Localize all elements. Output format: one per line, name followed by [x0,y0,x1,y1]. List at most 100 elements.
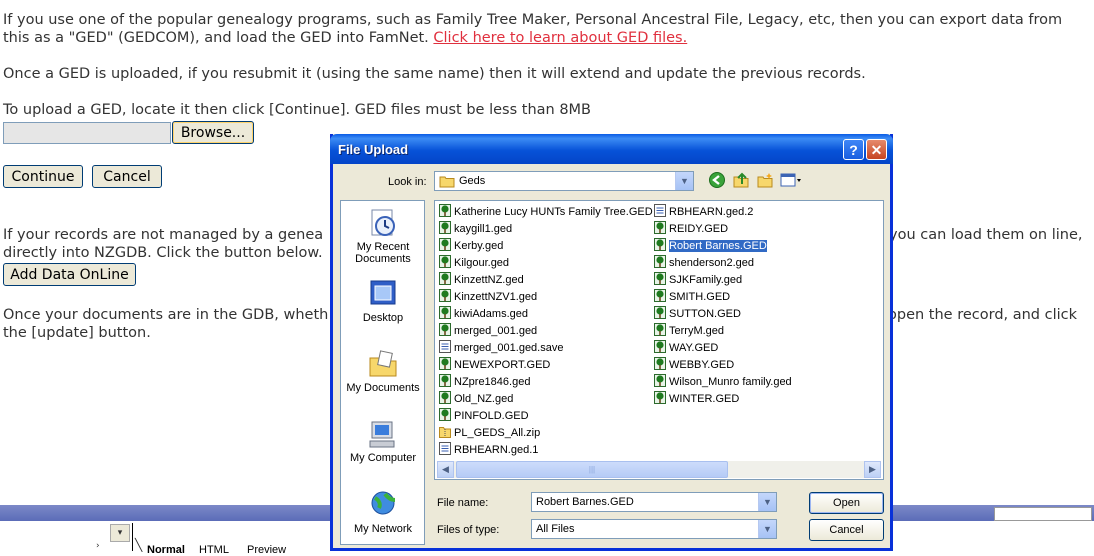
file-name-input[interactable]: Robert Barnes.GED ▼ [531,492,777,512]
file-list-item[interactable]: SJKFamily.ged [654,272,744,288]
scroll-left-icon[interactable]: ◀ [437,461,454,478]
scroll-down-arrow-icon[interactable]: ▾ [110,524,130,542]
files-of-type-label: Files of type: [437,524,500,536]
file-list-item[interactable]: WINTER.GED [654,391,741,407]
place-recent-documents[interactable]: My Recent Documents [341,207,424,265]
file-name: KinzettNZV1.ged [454,291,538,303]
file-list-item[interactable]: Katherine Lucy HUNTs Family Tree.GED [439,204,655,220]
file-list-item[interactable]: SMITH.GED [654,289,732,305]
my-documents-icon [369,350,397,377]
file-name: merged_001.ged [454,325,538,337]
files-of-type-select[interactable]: All Files ▼ [531,519,777,539]
manual-entry-line-2: directly into NZGDB. Click the button be… [3,245,323,261]
file-name: PL_GEDS_All.zip [454,427,541,439]
open-button[interactable]: Open [809,492,884,514]
file-name: KinzettNZ.ged [454,274,524,286]
file-name-label: File name: [437,497,489,509]
file-list-item[interactable]: Wilson_Munro family.ged [654,374,794,390]
file-name: kiwiAdams.ged [454,308,528,320]
up-folder-icon[interactable] [732,171,750,189]
close-button[interactable]: ✕ [866,139,887,160]
continue-button[interactable]: Continue [3,165,83,188]
file-list-item[interactable]: Kerby.ged [439,238,505,254]
file-list-item[interactable]: kaygill1.ged [439,221,514,237]
look-in-value: Geds [459,175,486,187]
browse-button[interactable]: Browse... [172,121,254,144]
my-network-icon [371,491,396,515]
file-name: merged_001.ged.save [454,342,564,354]
file-list-item[interactable]: WAY.GED [654,340,720,356]
file-list-item[interactable]: KinzettNZ.ged [439,272,526,288]
file-list-item[interactable]: WEBBY.GED [654,357,736,373]
cancel-button[interactable]: Cancel [92,165,162,188]
my-computer-icon [369,421,395,448]
file-path-input[interactable] [3,122,171,144]
ged-file-icon [439,289,451,302]
add-data-online-button[interactable]: Add Data OnLine [3,263,136,286]
scroll-right-icon[interactable]: ▶ [864,461,881,478]
place-label: My Documents [346,382,420,394]
ged-file-icon [439,408,451,421]
place-my-network[interactable]: My Network [341,489,424,535]
look-in-select[interactable]: Geds ▼ [434,171,694,191]
new-folder-icon[interactable] [756,171,774,189]
horizontal-scrollbar[interactable]: ◀ ||| ▶ [437,461,881,478]
file-list-item[interactable]: RBHEARN.ged.2 [654,204,755,220]
file-list-item[interactable]: merged_001.ged [439,323,539,339]
file-list-item[interactable]: SUTTON.GED [654,306,743,322]
ged-file-icon [439,238,451,251]
file-list-item[interactable]: REIDY.GED [654,221,730,237]
file-name: PINFOLD.GED [454,410,529,422]
place-desktop[interactable]: Desktop [341,278,424,324]
ged-file-icon [654,306,666,319]
file-list-item[interactable]: Robert Barnes.GED [654,238,769,254]
file-list-item[interactable]: Kilgour.ged [439,255,511,271]
scroll-thumb[interactable]: ||| [456,461,728,478]
file-list-item[interactable]: kiwiAdams.ged [439,306,530,322]
editor-toolbar-field[interactable] [994,507,1092,521]
editor-tabs: ╲ Normal HTML Preview [132,523,333,556]
place-my-documents[interactable]: My Documents [341,348,424,394]
file-list-item[interactable]: shenderson2.ged [654,255,756,271]
place-my-computer[interactable]: My Computer [341,418,424,464]
update-info-line-2: the [update] button. [3,325,151,341]
update-info-line-1-right: open the record, and click [888,307,1078,323]
tab-html[interactable]: HTML [199,544,229,556]
ged-file-icon [654,289,666,302]
tab-normal[interactable]: Normal [147,544,185,556]
dialog-titlebar[interactable]: File Upload ? ✕ [330,134,893,164]
file-list-item[interactable]: NEWEXPORT.GED [439,357,552,373]
view-menu-icon[interactable] [780,171,802,189]
folder-icon [439,176,455,188]
chevron-down-icon[interactable]: ▼ [758,520,776,538]
file-list-item[interactable]: Old_NZ.ged [439,391,515,407]
ged-file-icon [654,238,666,251]
manual-entry-line-1-left: If your records are not managed by a gen… [3,227,324,243]
desktop-icon [370,280,396,305]
nav-arrow-icon[interactable]: › [96,541,100,551]
back-icon[interactable] [708,171,726,189]
file-list-item[interactable]: KinzettNZV1.ged [439,289,539,305]
file-list[interactable]: Katherine Lucy HUNTs Family Tree.GED kayg… [434,200,884,480]
file-name: Robert Barnes.GED [668,239,768,253]
file-list-item[interactable]: TerryM.ged [654,323,726,339]
file-name: Wilson_Munro family.ged [669,376,792,388]
file-name: Kilgour.ged [454,257,510,269]
file-name: Katherine Lucy HUNTs Family Tree.GED [454,206,653,218]
ged-file-icon [439,221,451,234]
ged-info-link[interactable]: Click here to learn about GED files. [433,30,687,46]
chevron-down-icon[interactable]: ▼ [758,493,776,511]
file-list-item[interactable]: NZpre1846.ged [439,374,532,390]
chevron-down-icon[interactable]: ▼ [675,172,693,190]
help-button[interactable]: ? [843,139,864,160]
file-name: SUTTON.GED [669,308,741,320]
file-list-item[interactable]: RBHEARN.ged.1 [439,442,540,458]
dialog-cancel-button[interactable]: Cancel [809,519,884,541]
file-list-item[interactable]: PINFOLD.GED [439,408,531,424]
file-list-item[interactable]: merged_001.ged.save [439,340,565,356]
file-list-item[interactable]: PL_GEDS_All.zip [439,425,542,441]
recent-documents-icon [371,209,395,236]
file-name: TerryM.ged [669,325,725,337]
files-of-type-value: All Files [536,523,575,535]
tab-preview[interactable]: Preview [247,544,286,556]
